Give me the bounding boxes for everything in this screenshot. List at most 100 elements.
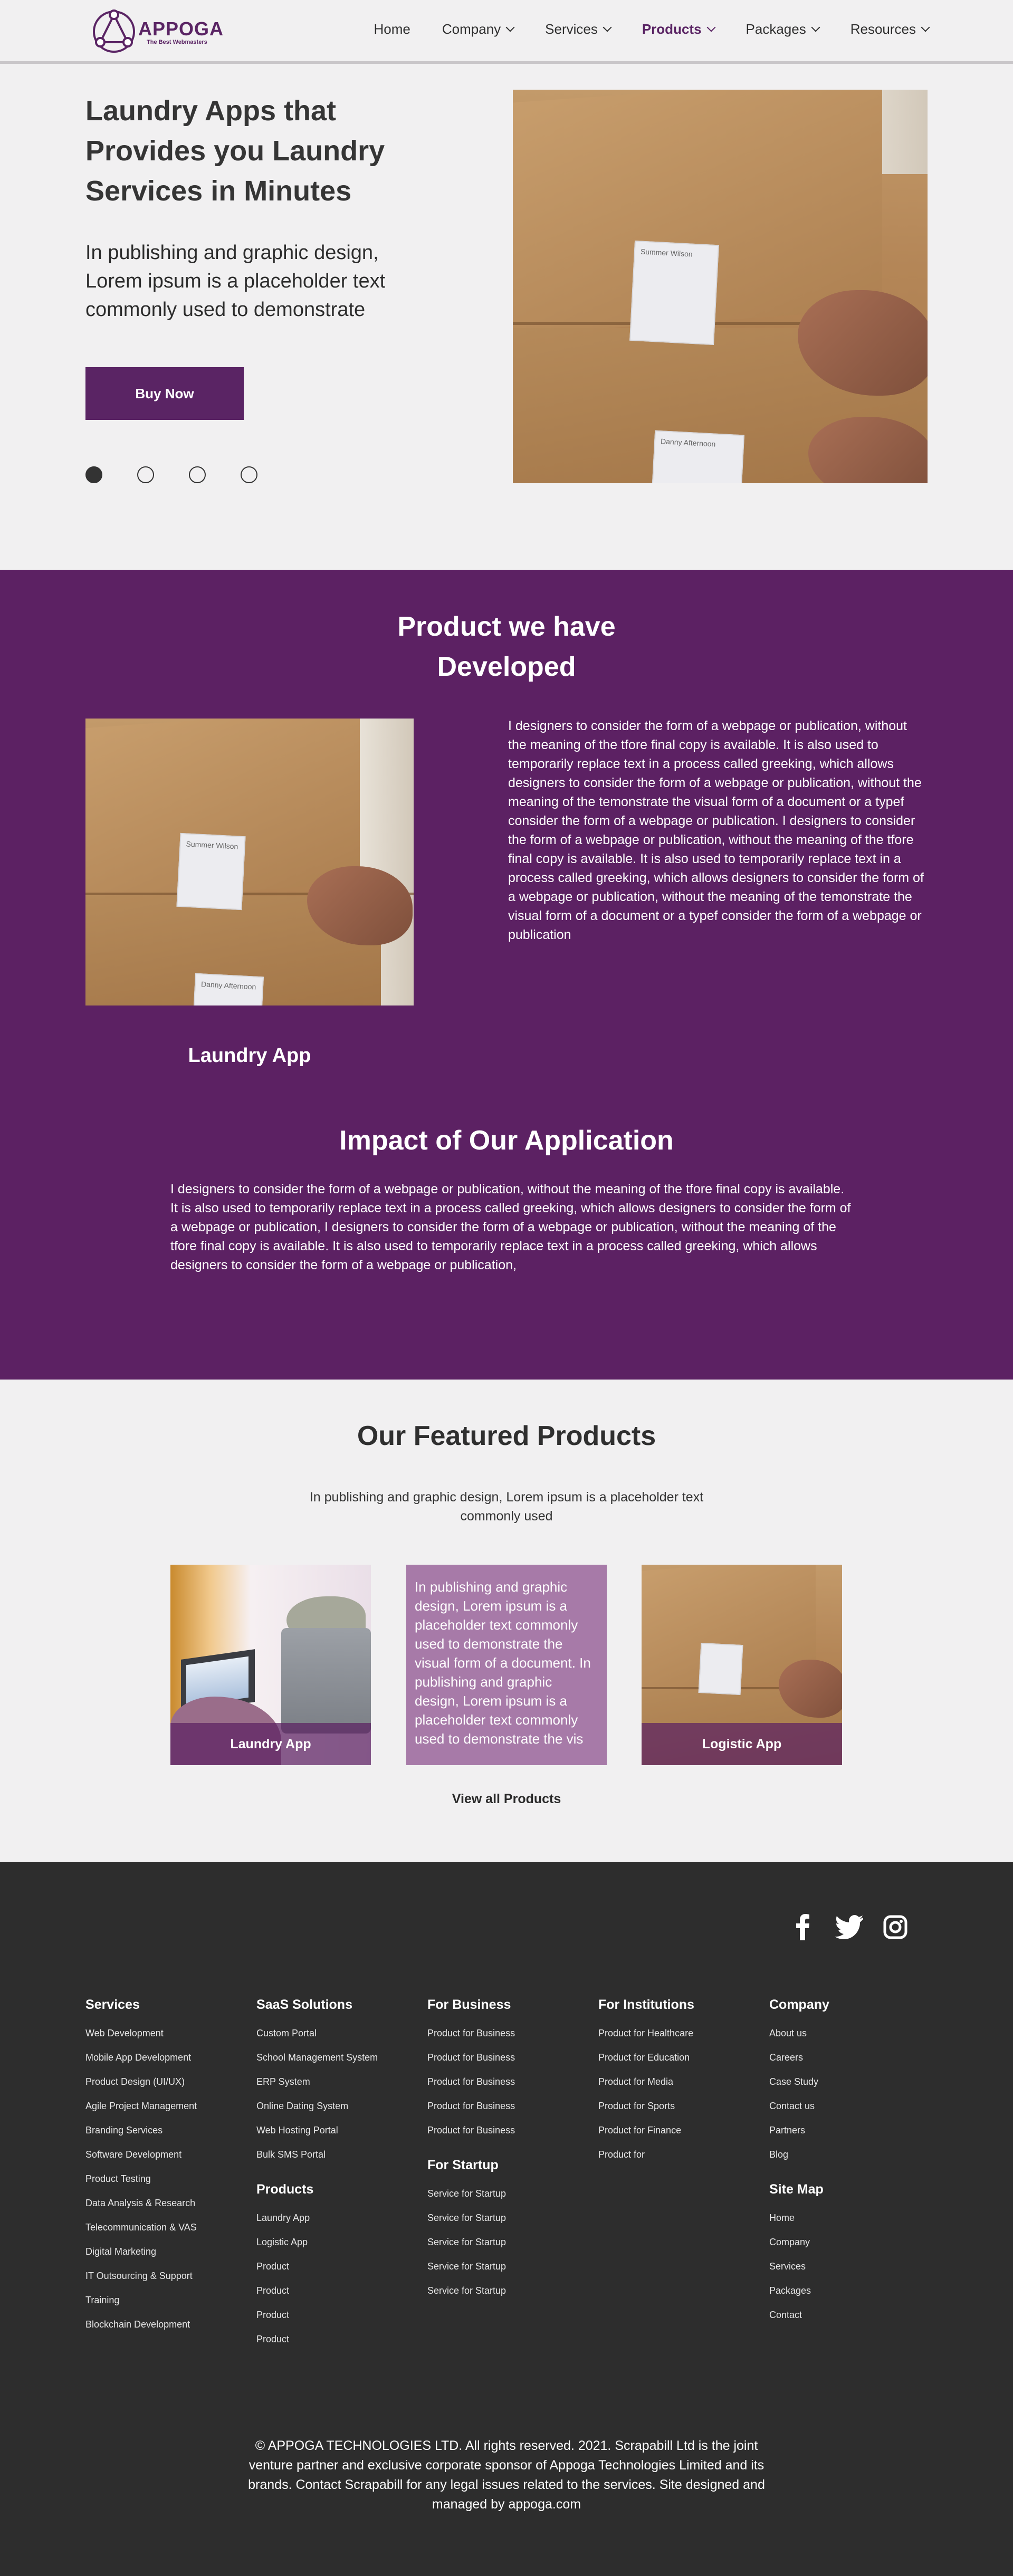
featured-card-caption: Laundry App — [170, 1723, 371, 1765]
footer-link[interactable]: Product for Healthcare — [598, 2021, 694, 2045]
footer-link[interactable]: Telecommunication & VAS — [85, 2215, 197, 2239]
featured-subtitle: In publishing and graphic design, Lorem … — [309, 1490, 704, 1524]
view-all-products-link[interactable]: View all Products — [401, 1792, 612, 1807]
footer-link[interactable]: Partners — [769, 2118, 829, 2142]
box-label-3-text: Summer Wilson — [186, 839, 238, 851]
impact-text: I designers to consider the form of a we… — [170, 1182, 851, 1272]
footer-link[interactable]: Product for — [598, 2142, 694, 2167]
instagram-icon[interactable] — [883, 1915, 907, 1939]
footer-link[interactable]: Product for Media — [598, 2070, 694, 2094]
footer-link[interactable]: About us — [769, 2021, 829, 2045]
footer-link[interactable]: Careers — [769, 2045, 829, 2070]
nav-services[interactable]: Services — [545, 21, 612, 37]
facebook-icon[interactable] — [795, 1913, 810, 1940]
footer-link[interactable]: Packages — [769, 2278, 824, 2303]
footer-link[interactable]: Contact us — [769, 2094, 829, 2118]
footer-link[interactable]: Product Design (UI/UX) — [85, 2070, 197, 2094]
carousel-dot-3[interactable] — [189, 466, 206, 483]
footer-link[interactable]: Product for Sports — [598, 2094, 694, 2118]
footer-link[interactable]: Blockchain Development — [85, 2312, 197, 2336]
nav-products[interactable]: Products — [642, 21, 716, 37]
footer-col-sitemap: Site Map Home Company Services Packages … — [769, 2182, 824, 2327]
chevron-down-icon — [505, 23, 515, 32]
footer-link[interactable]: Company — [769, 2230, 824, 2254]
nav-packages[interactable]: Packages — [746, 21, 820, 37]
products-developed-description: I designers to consider the form of a we… — [508, 719, 924, 942]
twitter-icon[interactable] — [835, 1915, 863, 1939]
footer-link[interactable]: Logistic App — [256, 2230, 313, 2254]
nav-services-label: Services — [545, 21, 598, 37]
social-links — [795, 1913, 907, 1940]
footer-link[interactable]: Product for Business — [427, 2045, 515, 2070]
footer-link[interactable]: Digital Marketing — [85, 2239, 197, 2264]
footer-link[interactable]: Product for Education — [598, 2045, 694, 2070]
footer-link[interactable]: Online Dating System — [256, 2094, 378, 2118]
carousel-dot-2[interactable] — [137, 466, 154, 483]
footer-link[interactable]: Laundry App — [256, 2206, 313, 2230]
footer-link[interactable]: Service for Startup — [427, 2278, 506, 2303]
footer-link[interactable]: Product for Business — [427, 2070, 515, 2094]
nav-company[interactable]: Company — [442, 21, 515, 37]
brand-logo[interactable]: APPOGA The Best Webmasters — [90, 7, 223, 56]
footer-col-startup: For Startup Service for Startup Service … — [427, 2158, 506, 2303]
footer-link[interactable]: Contact — [769, 2303, 824, 2327]
footer-link[interactable]: Training — [85, 2288, 197, 2312]
footer-heading: Products — [256, 2182, 314, 2197]
hero-title: Laundry Apps that Provides you Laundry S… — [85, 95, 385, 207]
featured-card-laundry[interactable]: Laundry App — [170, 1565, 371, 1765]
footer-link[interactable]: Branding Services — [85, 2118, 197, 2142]
hero-image-boxes: Summer Wilson Danny Afternoon — [513, 90, 928, 483]
chevron-down-icon — [706, 23, 716, 32]
nav-resources[interactable]: Resources — [850, 21, 930, 37]
footer-link[interactable]: Services — [769, 2254, 824, 2278]
footer-link[interactable]: Product for Business — [427, 2021, 515, 2045]
chevron-down-icon — [811, 23, 820, 32]
footer-link[interactable]: Product — [256, 2327, 313, 2351]
footer-link[interactable]: Case Study — [769, 2070, 829, 2094]
footer-link[interactable]: Product for Finance — [598, 2118, 694, 2142]
box-label-1-text: Summer Wilson — [640, 247, 693, 258]
footer-link[interactable]: Product — [256, 2278, 313, 2303]
footer-heading: Services — [85, 1997, 140, 2012]
footer-link[interactable]: Mobile App Development — [85, 2045, 197, 2070]
footer-link[interactable]: Product — [256, 2303, 313, 2327]
featured-card-hover[interactable]: In publishing and graphic design, Lorem … — [406, 1565, 607, 1765]
footer-heading: For Business — [427, 1997, 511, 2012]
footer-col-services: Services Web Development Mobile App Deve… — [85, 1997, 197, 2336]
footer-link[interactable]: Service for Startup — [427, 2206, 506, 2230]
impact-title: Impact of Our Application — [339, 1125, 674, 1156]
footer-link[interactable]: Software Development — [85, 2142, 197, 2167]
carousel-dot-1[interactable] — [85, 466, 102, 483]
carousel-dot-4[interactable] — [241, 466, 257, 483]
footer-link[interactable]: Agile Project Management — [85, 2094, 197, 2118]
footer-heading: Company — [769, 1997, 829, 2012]
footer-link[interactable]: Service for Startup — [427, 2230, 506, 2254]
footer-link[interactable]: Home — [769, 2206, 824, 2230]
box-label-2: Danny Afternoon — [651, 430, 745, 483]
nav-home[interactable]: Home — [374, 21, 410, 37]
footer-link[interactable]: Custom Portal — [256, 2021, 378, 2045]
footer-link[interactable]: IT Outsourcing & Support — [85, 2264, 197, 2288]
footer-link[interactable]: Product for Business — [427, 2118, 515, 2142]
products-developed-title: Product we have Developed — [397, 611, 616, 682]
featured-card-logistic[interactable]: Logistic App — [642, 1565, 842, 1765]
footer-link[interactable]: Service for Startup — [427, 2181, 506, 2206]
buy-now-button[interactable]: Buy Now — [85, 367, 244, 420]
footer-heading: Site Map — [769, 2182, 824, 2197]
nav-resources-label: Resources — [850, 21, 916, 37]
carousel-dots — [85, 466, 292, 483]
footer-link[interactable]: Web Hosting Portal — [256, 2118, 378, 2142]
footer-link[interactable]: Service for Startup — [427, 2254, 506, 2278]
footer-link[interactable]: Product — [256, 2254, 313, 2278]
footer-heading: For Institutions — [598, 1997, 694, 2012]
footer-link[interactable]: Blog — [769, 2142, 829, 2167]
footer-link[interactable]: Product Testing — [85, 2167, 197, 2191]
footer-link[interactable]: Data Analysis & Research — [85, 2191, 197, 2215]
footer-link[interactable]: Bulk SMS Portal — [256, 2142, 378, 2167]
footer-col-saas: SaaS Solutions Custom Portal School Mana… — [256, 1997, 378, 2167]
footer-link[interactable]: Web Development — [85, 2021, 197, 2045]
footer-link[interactable]: Product for Business — [427, 2094, 515, 2118]
footer-col-products: Products Laundry App Logistic App Produc… — [256, 2182, 313, 2351]
footer-link[interactable]: School Management System — [256, 2045, 378, 2070]
footer-link[interactable]: ERP System — [256, 2070, 378, 2094]
